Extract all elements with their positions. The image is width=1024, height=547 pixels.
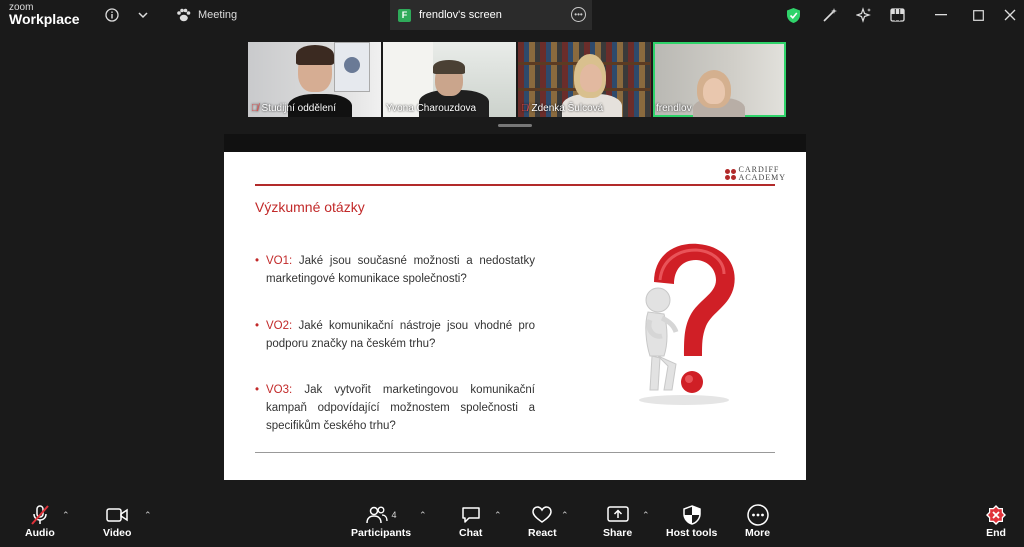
question-label: VO3:: [266, 384, 293, 396]
slide-title: Výzkumné otázky: [255, 199, 365, 215]
question-label: VO2:: [266, 320, 293, 332]
video-options-chevron-icon[interactable]: ⌃: [144, 510, 152, 521]
strip-resize-handle[interactable]: [498, 124, 532, 127]
participant-name: frendlov: [656, 103, 692, 114]
screen-tab-label: frendlov's screen: [419, 9, 502, 21]
video-label: Video: [103, 527, 132, 539]
bullet: •: [255, 320, 260, 332]
presentation-slide: CARDIFF ACADEMY Výzkumné otázky • VO1: J…: [224, 152, 806, 480]
end-label: End: [986, 527, 1006, 539]
sharer-badge: F: [398, 8, 411, 22]
end-call-icon: [985, 503, 1007, 527]
audio-options-chevron-icon[interactable]: ⌃: [62, 510, 70, 521]
question-text: Jaké komunikační nástroje jsou vhodné pr…: [266, 320, 535, 350]
participant-tile-active-speaker[interactable]: frendlov: [653, 42, 786, 117]
more-button[interactable]: More: [745, 503, 770, 539]
more-label: More: [745, 527, 771, 539]
question-text: Jak vytvořit marketingovou komunikační k…: [266, 384, 535, 432]
share-label: Share: [603, 527, 633, 539]
chat-bubble-icon: [461, 503, 481, 527]
mic-muted-icon: [29, 503, 51, 527]
cardiff-academy-logo: CARDIFF ACADEMY: [724, 166, 786, 182]
participant-strip: 🎙̸ Studijní oddělení Yvona Charouzdova 🎙…: [248, 42, 786, 117]
host-tools-label: Host tools: [666, 527, 718, 539]
info-icon[interactable]: [103, 6, 121, 24]
end-button[interactable]: End: [985, 503, 1007, 539]
title-bar: zoom Workplace Meeting F frendlov's scre…: [0, 0, 1024, 30]
research-question: • VO3: Jak vytvořit marketingovou komuni…: [255, 381, 535, 435]
audio-label: Audio: [25, 527, 55, 539]
participants-label: Participants: [351, 527, 412, 539]
shield-check-icon[interactable]: [784, 6, 802, 24]
slide-divider: [255, 184, 775, 186]
participant-tile[interactable]: 🎙̸ Studijní oddělení: [248, 42, 381, 117]
react-button[interactable]: React: [528, 503, 557, 539]
question-text: Jaké jsou současné možnosti a nedostatky…: [266, 255, 535, 285]
shield-icon: [682, 503, 701, 527]
chat-options-chevron-icon[interactable]: ⌃: [494, 510, 502, 521]
video-camera-icon: [106, 503, 128, 527]
minimize-icon[interactable]: [932, 6, 950, 24]
mic-muted-icon: 🎙̸: [521, 103, 529, 114]
mic-muted-icon: 🎙̸: [251, 103, 259, 114]
participant-name-tag: 🎙̸ Studijní oddělení: [251, 103, 336, 114]
participant-name: Studijní oddělení: [261, 103, 337, 114]
participants-options-chevron-icon[interactable]: ⌃: [419, 510, 427, 521]
close-icon[interactable]: [1001, 6, 1019, 24]
bullet: •: [255, 384, 260, 396]
chevron-down-icon[interactable]: [134, 6, 152, 24]
react-label: React: [528, 527, 557, 539]
video-button[interactable]: Video: [103, 503, 131, 539]
participant-tile[interactable]: 🎙̸ Zdenka Šulcová: [518, 42, 651, 117]
participant-name: Yvona Charouzdova: [386, 103, 477, 114]
react-options-chevron-icon[interactable]: ⌃: [561, 510, 569, 521]
more-dots-icon: [746, 503, 769, 527]
chat-label: Chat: [459, 527, 483, 539]
magic-wand-icon[interactable]: [821, 6, 839, 24]
apps-icon[interactable]: [888, 6, 906, 24]
heart-icon: [532, 503, 553, 527]
participants-button[interactable]: 4 Participants: [351, 503, 411, 539]
ai-sparkle-icon[interactable]: [855, 6, 873, 24]
research-question: • VO1: Jaké jsou současné možnosti a ned…: [255, 252, 535, 288]
poster-image: [334, 42, 370, 92]
participant-name-tag: 🎙̸ Zdenka Šulcová: [521, 103, 603, 114]
zoom-logo: zoom Workplace: [9, 2, 80, 27]
paw-icon: [177, 8, 191, 22]
screen-share-tab[interactable]: F frendlov's screen •••: [390, 0, 592, 30]
participant-tile[interactable]: Yvona Charouzdova: [383, 42, 516, 117]
logo-bottom-text: Workplace: [9, 11, 80, 27]
share-button[interactable]: Share: [603, 503, 632, 539]
participant-name-tag: Yvona Charouzdova: [386, 103, 476, 114]
more-options-icon[interactable]: •••: [571, 7, 586, 22]
audio-button[interactable]: Audio: [25, 503, 55, 539]
meeting-tab-label: Meeting: [198, 9, 238, 21]
maximize-icon[interactable]: [969, 6, 987, 24]
slide-footer-divider: [255, 452, 775, 453]
meeting-tab[interactable]: Meeting: [176, 4, 237, 26]
meeting-toolbar: Audio ⌃ Video ⌃ 4 Participants ⌃ Chat ⌃ …: [0, 497, 1024, 547]
brand-line-2: ACADEMY: [738, 173, 786, 182]
share-options-chevron-icon[interactable]: ⌃: [642, 510, 650, 521]
chat-button[interactable]: Chat: [459, 503, 482, 539]
question-label: VO1:: [266, 255, 293, 267]
participant-name: Zdenka Šulcová: [531, 103, 604, 114]
participant-name-tag: frendlov: [656, 103, 692, 114]
share-screen-icon: [606, 503, 629, 527]
bullet: •: [255, 255, 260, 267]
host-tools-button[interactable]: Host tools: [666, 503, 717, 539]
research-question: • VO2: Jaké komunikační nástroje jsou vh…: [255, 317, 535, 353]
participants-icon: 4: [365, 503, 397, 527]
question-mark-figure-illustration: [639, 243, 735, 405]
participants-count: 4: [391, 510, 397, 520]
